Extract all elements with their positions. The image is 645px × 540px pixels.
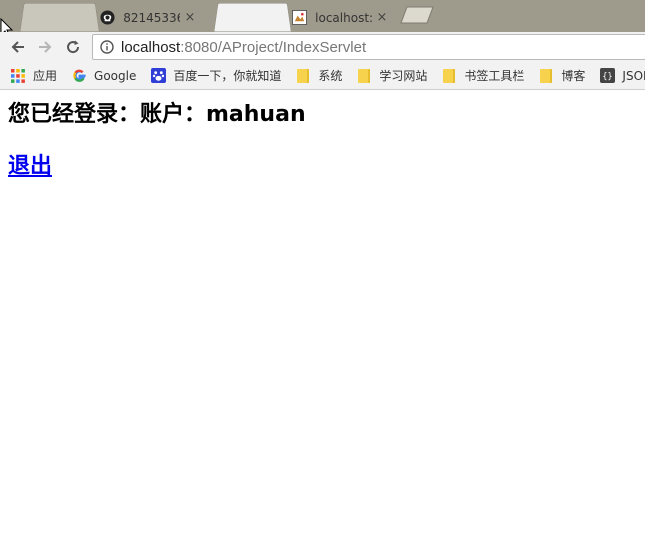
browser-toolbar: localhost:8080/AProject/IndexServlet bbox=[0, 32, 645, 62]
bookmark-label: 书签工具栏 bbox=[464, 69, 525, 83]
bookmark-folder-blog[interactable]: 博客 bbox=[538, 67, 585, 84]
bookmark-label: 学习网站 bbox=[379, 69, 428, 83]
bookmark-google[interactable]: Google bbox=[71, 68, 136, 84]
apps-grid-icon bbox=[10, 68, 26, 84]
forward-button[interactable] bbox=[35, 37, 55, 57]
tab-strip: 821453366/collection- × localhost:8080/A… bbox=[0, 0, 645, 32]
tab-shape-active bbox=[214, 3, 292, 32]
url-text[interactable]: localhost:8080/AProject/IndexServlet bbox=[121, 39, 366, 56]
back-button[interactable] bbox=[8, 37, 28, 57]
tab-github[interactable]: 821453366/collection- × bbox=[6, 3, 208, 32]
bookmark-label: 博客 bbox=[561, 69, 586, 83]
page-icon bbox=[291, 10, 307, 26]
new-tab-button[interactable] bbox=[398, 6, 436, 24]
baidu-icon bbox=[150, 68, 166, 84]
close-icon[interactable]: × bbox=[180, 10, 200, 25]
bookmark-json[interactable]: {} JSON bbox=[599, 68, 645, 84]
bookmark-label: 百度一下，你就知道 bbox=[173, 69, 282, 83]
bookmark-baidu[interactable]: 百度一下，你就知道 bbox=[150, 67, 281, 84]
bookmark-folder-learning[interactable]: 学习网站 bbox=[356, 67, 427, 84]
tab-localhost[interactable]: localhost:8080/AProjec × bbox=[200, 3, 400, 32]
svg-text:{}: {} bbox=[602, 71, 612, 81]
close-icon[interactable]: × bbox=[372, 10, 392, 25]
folder-icon bbox=[356, 68, 372, 84]
address-bar[interactable]: localhost:8080/AProject/IndexServlet bbox=[92, 34, 645, 60]
tab-shape bbox=[20, 3, 100, 32]
arrow-left-icon bbox=[11, 41, 24, 53]
bookmark-label: JSON bbox=[622, 68, 645, 83]
bookmark-apps[interactable]: 应用 bbox=[10, 67, 57, 84]
google-icon bbox=[71, 68, 87, 84]
bookmark-label: 系统 bbox=[318, 69, 343, 83]
bookmark-label: 应用 bbox=[33, 69, 58, 83]
logout-link[interactable]: 退出 bbox=[8, 152, 52, 182]
tab-title: 821453366/collection- bbox=[123, 10, 180, 25]
bookmark-label: Google bbox=[94, 68, 137, 83]
bookmark-folder-system[interactable]: 系统 bbox=[295, 67, 342, 84]
folder-icon bbox=[441, 68, 457, 84]
info-icon[interactable] bbox=[99, 39, 115, 55]
json-icon: {} bbox=[599, 68, 615, 84]
reload-icon bbox=[67, 40, 80, 54]
url-path: :8080/AProject/IndexServlet bbox=[180, 38, 367, 56]
github-icon bbox=[99, 10, 115, 26]
arrow-right-icon bbox=[39, 41, 52, 53]
bookmark-folder-toolbar[interactable]: 书签工具栏 bbox=[441, 67, 524, 84]
reload-button[interactable] bbox=[63, 37, 83, 57]
url-host: localhost bbox=[121, 38, 181, 56]
tab-title: localhost:8080/AProjec bbox=[315, 10, 372, 25]
folder-icon bbox=[295, 68, 311, 84]
folder-icon bbox=[538, 68, 554, 84]
bookmarks-bar: 应用 Google 百度一下，你就知道 系统 学习网站 书签工具栏 博客 {} … bbox=[0, 62, 645, 90]
login-status-heading: 您已经登录：账户：mahuan bbox=[8, 102, 306, 127]
page-content: 您已经登录：账户：mahuan 退出 bbox=[0, 90, 645, 540]
